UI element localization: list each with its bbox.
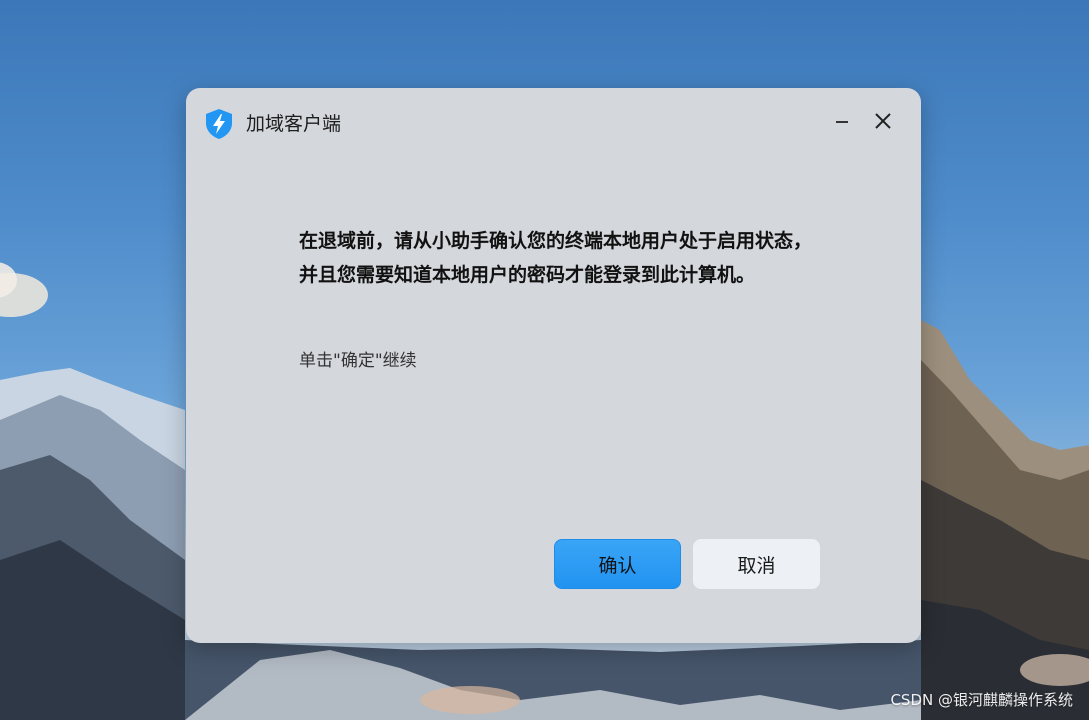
watermark: CSDN @银河麒麟操作系统 [890,691,1073,709]
dialog-window: 加域客户端 在退域前，请从小助手确认您的终端本地用户处于启用状态，并且您需要知道… [186,88,921,643]
close-icon [874,112,892,134]
dialog-message: 在退域前，请从小助手确认您的终端本地用户处于启用状态，并且您需要知道本地用户的密… [299,230,813,286]
desktop-wallpaper: CSDN @银河麒麟操作系统 加域客户端 在退域前，请从小助手确认您的终端本地用… [0,0,1089,720]
title-bar: 加域客户端 [186,88,921,160]
confirm-button[interactable]: 确认 [554,539,681,589]
close-button[interactable] [868,108,898,138]
dialog-hint: 单击"确定"继续 [299,351,417,371]
minimize-icon [835,114,849,133]
window-title: 加域客户端 [246,113,342,135]
shield-lightning-icon [204,108,234,140]
cancel-button[interactable]: 取消 [693,539,820,589]
minimize-button[interactable] [827,108,857,138]
